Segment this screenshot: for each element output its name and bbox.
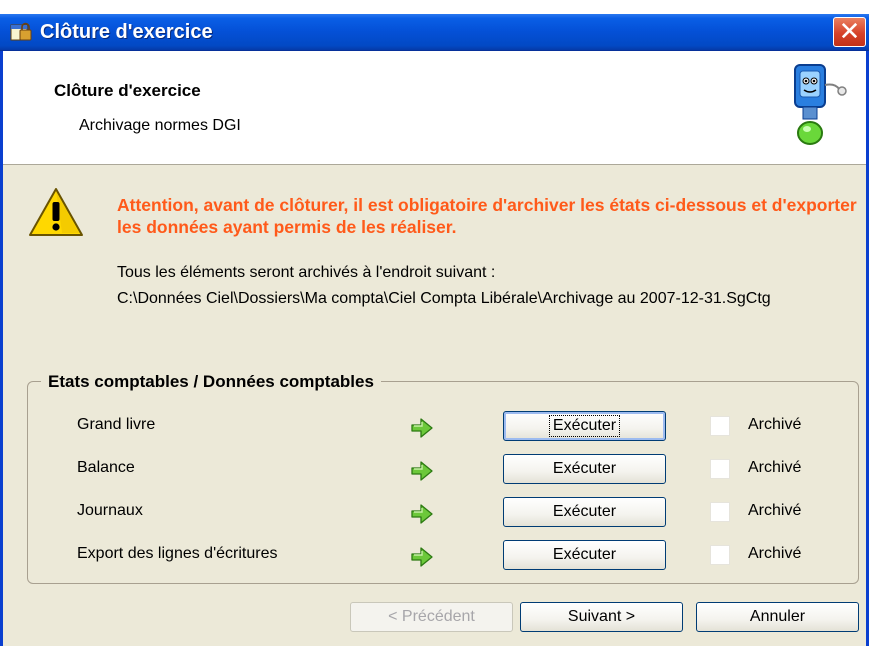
row-label-journaux: Journaux <box>77 502 143 519</box>
green-arrow-icon <box>411 504 433 524</box>
app-window-icon <box>10 22 32 41</box>
archived-checkbox-journaux[interactable] <box>710 502 730 522</box>
next-button[interactable]: Suivant > <box>520 602 683 632</box>
green-arrow-icon <box>411 547 433 567</box>
groupbox-legend: Etats comptables / Données comptables <box>41 372 381 392</box>
archived-label: Archivé <box>748 459 802 476</box>
archived-checkbox-export-lignes[interactable] <box>710 545 730 565</box>
execute-button-label: Exécuter <box>548 415 621 437</box>
execute-button-grand-livre[interactable]: Exécuter <box>503 411 666 441</box>
green-arrow-icon <box>411 461 433 481</box>
row-label-balance: Balance <box>77 459 135 476</box>
green-arrow-icon <box>411 418 433 438</box>
header-title: Clôture d'exercice <box>54 81 201 100</box>
title-bar[interactable]: Clôture d'exercice <box>0 14 869 51</box>
archived-label: Archivé <box>748 416 802 433</box>
archived-label: Archivé <box>748 545 802 562</box>
wizard-header: Clôture d'exercice Archivage normes DGI <box>3 51 866 165</box>
execute-button-balance[interactable]: Exécuter <box>503 454 666 484</box>
execute-button-label: Exécuter <box>552 546 617 563</box>
archive-path: C:\Données Ciel\Dossiers\Ma compta\Ciel … <box>117 290 771 307</box>
execute-button-label: Exécuter <box>552 503 617 520</box>
archive-location-label: Tous les éléments seront archivés à l'en… <box>117 264 496 281</box>
warning-message: Attention, avant de clôturer, il est obl… <box>117 195 857 237</box>
window-title: Clôture d'exercice <box>40 21 213 43</box>
cancel-button[interactable]: Annuler <box>696 602 859 632</box>
warning-icon <box>29 188 83 236</box>
execute-button-export-lignes[interactable]: Exécuter <box>503 540 666 570</box>
execute-button-label: Exécuter <box>552 460 617 477</box>
assistant-mascot-icon <box>794 64 847 145</box>
execute-button-journaux[interactable]: Exécuter <box>503 497 666 527</box>
header-subtitle: Archivage normes DGI <box>79 117 241 134</box>
archived-label: Archivé <box>748 502 802 519</box>
row-label-export-lignes: Export des lignes d'écritures <box>77 545 278 562</box>
top-cropped-text-strip <box>0 0 869 14</box>
row-label-grand-livre: Grand livre <box>77 416 156 433</box>
archived-checkbox-grand-livre[interactable] <box>710 416 730 436</box>
previous-button[interactable]: < Précédent <box>350 602 513 632</box>
archived-checkbox-balance[interactable] <box>710 459 730 479</box>
close-button[interactable]: ✕ <box>833 17 866 47</box>
